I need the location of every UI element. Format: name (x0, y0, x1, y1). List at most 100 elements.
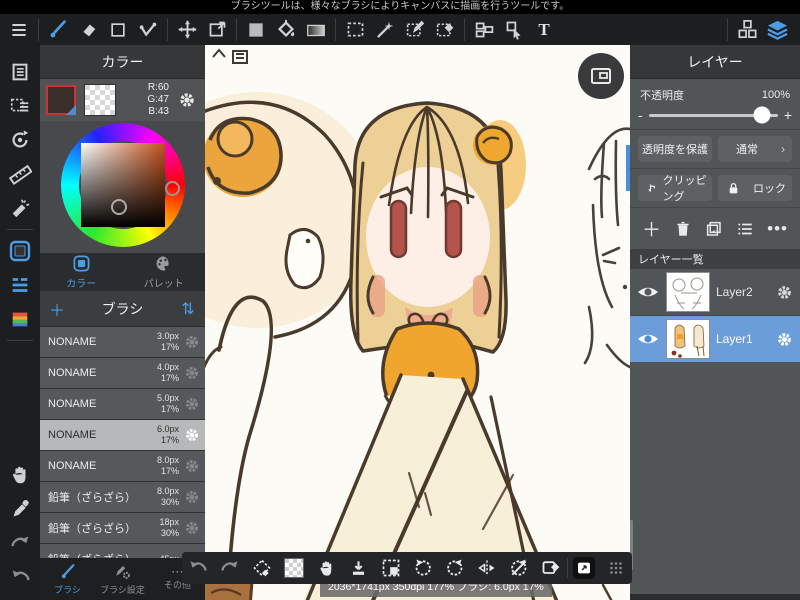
select-pen-icon (406, 20, 424, 37)
selection-list-button[interactable] (0, 89, 40, 123)
layer-visibility-eye-icon[interactable] (636, 280, 660, 304)
transparent-background-button[interactable] (278, 552, 310, 584)
material-shortcut-button[interactable] (568, 552, 600, 584)
select-tool-button[interactable] (340, 17, 370, 43)
deselect-button[interactable] (535, 552, 567, 584)
duplicate-layer-button[interactable] (705, 220, 723, 238)
pages-panel-button[interactable] (0, 55, 40, 89)
brush-row[interactable]: NONAME 8.0px 17% (40, 451, 205, 482)
brush-settings-button[interactable] (183, 488, 201, 506)
rotate-cw-button[interactable] (439, 552, 471, 584)
sort-brushes-button[interactable]: ⇅ (171, 299, 205, 319)
hue-selector[interactable] (164, 181, 180, 196)
layer-visibility-eye-icon[interactable] (636, 327, 660, 351)
undo-button[interactable] (0, 560, 40, 594)
text-tool-button[interactable]: T (529, 17, 559, 43)
bucket-tool-button[interactable] (271, 17, 301, 43)
brush-panel-button[interactable] (0, 268, 40, 302)
eraser-tool-button[interactable] (73, 17, 103, 43)
redo-button[interactable] (214, 552, 246, 584)
undo-button[interactable] (182, 552, 214, 584)
canvas-scrollbar[interactable] (626, 145, 630, 191)
redo-button[interactable] (0, 526, 40, 560)
brush-row[interactable]: NONAME 5.0px 17% (40, 389, 205, 420)
shape-tool-button[interactable] (103, 17, 133, 43)
brush-panel-title: ブラシ (101, 300, 144, 317)
brush-row[interactable]: 鉛筆（ざらざら） 18px 30% (40, 513, 205, 544)
blend-mode-button[interactable]: 通常 › (718, 136, 792, 162)
layers-toggle-button[interactable] (762, 17, 792, 43)
snap-tool-button[interactable] (0, 191, 40, 225)
opacity-minus-button[interactable]: - (638, 107, 643, 123)
brush-settings-button[interactable] (183, 364, 201, 382)
clipping-button[interactable]: クリッピング (638, 175, 712, 203)
eyedropper-button[interactable] (0, 492, 40, 526)
reset-rotation-button[interactable] (503, 552, 535, 584)
hand-tool-button[interactable] (310, 552, 342, 584)
brush-row[interactable]: 鉛筆（ざらざら） 8.0px 30% (40, 482, 205, 513)
select-eraser-tool-button[interactable] (430, 17, 460, 43)
brush-row-selected[interactable]: NONAME 6.0px 17% (40, 420, 205, 451)
rotate-ccw-button[interactable] (407, 552, 439, 584)
brush-row[interactable]: 鉛筆（ざらざら） 45px (40, 544, 205, 558)
gear-icon (177, 90, 197, 110)
polyline-tool-button[interactable] (133, 17, 163, 43)
materials-button[interactable] (732, 17, 762, 43)
protect-alpha-button[interactable]: 透明度を保護 (638, 136, 712, 162)
layer-row[interactable]: Layer2 (630, 269, 800, 316)
split-windows-icon (474, 19, 495, 40)
transparent-color-swatch[interactable] (84, 84, 116, 116)
opacity-slider-knob[interactable] (753, 106, 771, 124)
tab-palette[interactable]: パレット (123, 253, 206, 291)
flip-horizontal-icon (477, 558, 497, 578)
saturation-value-square[interactable] (80, 143, 165, 227)
color-settings-button[interactable] (177, 90, 197, 110)
more-options-button[interactable]: ••• (767, 219, 788, 239)
brush-settings-button[interactable] (183, 333, 201, 351)
operation-tool-button[interactable] (499, 17, 529, 43)
fill-rect-tool-button[interactable] (241, 17, 271, 43)
transform-tool-button[interactable] (202, 17, 232, 43)
layer-row-selected[interactable]: Layer1 (630, 316, 800, 362)
magic-wand-tool-button[interactable] (370, 17, 400, 43)
brush-settings-button[interactable] (183, 519, 201, 537)
canvas-area[interactable] (205, 45, 630, 600)
selection-view-button[interactable] (374, 552, 406, 584)
sv-selector[interactable] (110, 199, 127, 215)
tab-brush-settings[interactable]: ブラシ設定 (95, 558, 150, 600)
hand-tool-button[interactable] (0, 458, 40, 492)
transform-selection-button[interactable] (246, 552, 278, 584)
tab-brush[interactable]: ブラシ (40, 558, 95, 600)
layer-menu-button[interactable] (736, 220, 754, 238)
lock-button[interactable]: ロック (718, 175, 792, 201)
palette-panel-button[interactable] (0, 302, 40, 336)
flip-horizontal-button[interactable] (471, 552, 503, 584)
opacity-plus-button[interactable]: + (784, 107, 792, 123)
brush-settings-button[interactable] (183, 395, 201, 413)
move-tool-button[interactable] (172, 17, 202, 43)
brush-tool-button[interactable] (43, 17, 73, 43)
split-view-button[interactable] (469, 17, 499, 43)
brush-settings-button[interactable] (183, 457, 201, 475)
delete-layer-button[interactable] (674, 220, 692, 238)
add-brush-button[interactable]: ＋ (40, 297, 74, 321)
brush-settings-button[interactable] (183, 426, 201, 444)
layer-settings-gear-icon[interactable] (775, 283, 794, 302)
layer-settings-gear-icon[interactable] (775, 330, 794, 349)
menu-button[interactable] (4, 17, 34, 43)
rotate-canvas-button[interactable] (0, 123, 40, 157)
foreground-color-swatch[interactable] (46, 85, 76, 115)
brush-row[interactable]: NONAME 3.0px 17% (40, 327, 205, 358)
select-pen-tool-button[interactable] (400, 17, 430, 43)
ruler-button[interactable] (0, 157, 40, 191)
navigator-button[interactable] (578, 53, 624, 99)
tab-color[interactable]: カラー (40, 253, 123, 291)
add-layer-button[interactable]: ＋ (642, 215, 661, 242)
color-panel-button[interactable] (0, 234, 40, 268)
clipping-icon (647, 181, 658, 195)
opacity-slider[interactable] (648, 106, 778, 124)
brush-row[interactable]: NONAME 4.0px 17% (40, 358, 205, 389)
toolbar-drag-handle[interactable] (600, 552, 632, 584)
gradient-tool-button[interactable] (301, 17, 331, 43)
save-button[interactable] (342, 552, 374, 584)
